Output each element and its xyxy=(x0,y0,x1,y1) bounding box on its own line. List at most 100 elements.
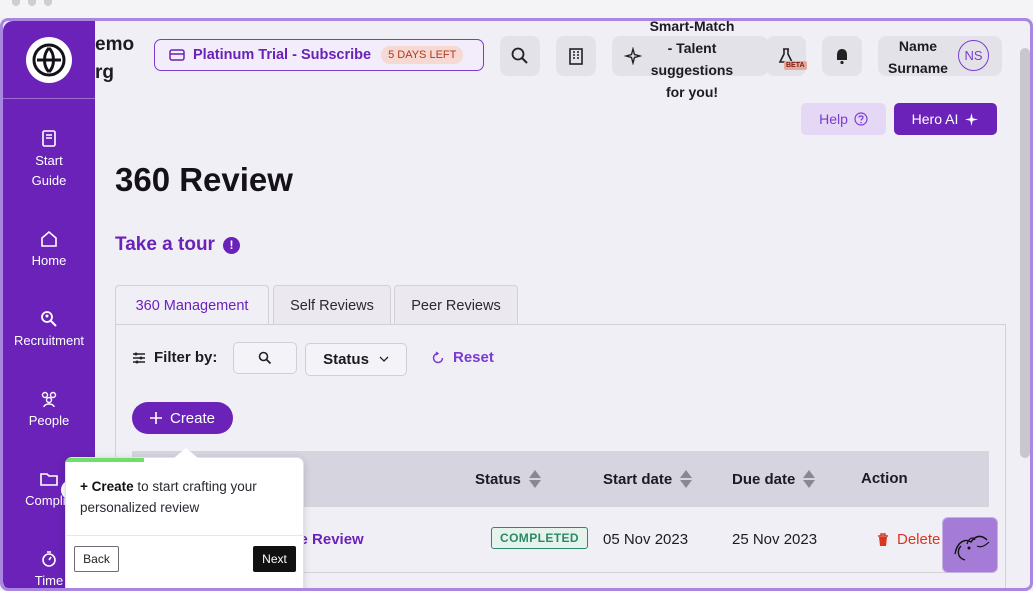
tooltip-arrow xyxy=(174,448,198,458)
tooltip-divider xyxy=(66,535,305,536)
home-icon xyxy=(41,230,57,247)
trial-days-badge: 5 DAYS LEFT xyxy=(381,46,464,64)
window-controls xyxy=(12,0,52,6)
reset-filters-button[interactable]: Reset xyxy=(431,349,494,366)
company-button[interactable] xyxy=(556,36,596,76)
search-person-icon xyxy=(41,311,57,327)
filter-label: Filter by: xyxy=(132,349,217,366)
avatar: NS xyxy=(958,40,989,71)
search-icon xyxy=(258,351,272,365)
chevron-down-icon xyxy=(379,356,389,362)
tooltip-next-button[interactable]: Next xyxy=(253,546,296,572)
sidebar-item-people[interactable]: People xyxy=(3,389,95,431)
window-top-bar xyxy=(0,0,1033,18)
sort-icon xyxy=(803,470,816,488)
org-name-line: rg xyxy=(95,62,114,83)
bell-icon xyxy=(837,49,847,65)
search-button[interactable] xyxy=(500,36,540,76)
chat-assistant-button[interactable] xyxy=(942,517,998,573)
onboarding-tooltip: + Create to start crafting your personal… xyxy=(65,448,305,588)
notifications-button[interactable] xyxy=(822,36,862,76)
trial-subscribe-button[interactable]: Platinum Trial - Subscribe 5 DAYS LEFT xyxy=(154,39,484,71)
column-header-start-date[interactable]: Start date xyxy=(603,470,693,488)
search-icon xyxy=(511,47,528,64)
question-circle-icon xyxy=(854,112,868,126)
credit-card-icon xyxy=(169,49,185,61)
tab-self-reviews[interactable]: Self Reviews xyxy=(273,285,391,325)
column-header-label: Due date xyxy=(732,470,796,488)
sidebar-item-home[interactable]: Home xyxy=(3,229,95,271)
user-menu[interactable]: Name Surname NS xyxy=(878,36,1002,76)
filter-search-input[interactable] xyxy=(233,342,297,374)
help-label: Help xyxy=(819,111,848,127)
app-logo-icon[interactable] xyxy=(26,36,72,83)
tooltip-back-button[interactable]: Back xyxy=(74,546,119,572)
smart-match-line: for you! xyxy=(665,84,719,100)
column-header-label: Start date xyxy=(603,470,673,488)
tour-label: Take a tour xyxy=(115,234,215,255)
beta-badge: BETA xyxy=(784,61,807,70)
smart-match-line: - Talent xyxy=(667,40,717,56)
window-maximize-dot[interactable] xyxy=(44,0,52,6)
due-date: 25 Nov 2023 xyxy=(732,531,818,548)
status-filter-label: Status xyxy=(323,351,369,368)
filter-label-text: Filter by: xyxy=(154,349,218,366)
sparkle-icon xyxy=(965,112,979,126)
hero-ai-button[interactable]: Hero AI xyxy=(894,103,997,135)
mascot-icon xyxy=(954,535,990,561)
status-filter-dropdown[interactable]: Status xyxy=(305,343,407,376)
page-title: 360 Review xyxy=(115,161,293,198)
sidebar-item-recruitment[interactable]: Recruitment xyxy=(3,309,95,351)
column-header-due-date[interactable]: Due date xyxy=(732,470,816,488)
stopwatch-icon xyxy=(42,551,56,567)
tab-peer-reviews[interactable]: Peer Reviews xyxy=(394,285,518,325)
column-header-label: Action xyxy=(861,470,908,487)
tab-360-management[interactable]: 360 Management xyxy=(115,285,269,326)
sidebar-item-label: Guide xyxy=(31,173,67,188)
reset-label: Reset xyxy=(453,349,494,366)
window-minimize-dot[interactable] xyxy=(28,0,36,6)
org-name-line: emo xyxy=(95,34,135,55)
create-label: Create xyxy=(169,409,216,427)
hero-ai-label: Hero AI xyxy=(911,111,959,127)
column-header-status[interactable]: Status xyxy=(475,470,541,488)
delete-button[interactable]: Delete xyxy=(877,531,940,548)
trial-label: Platinum Trial - Subscribe xyxy=(193,47,372,63)
tooltip-text: + Create to start crafting your personal… xyxy=(80,476,290,518)
info-icon: ! xyxy=(222,236,240,254)
help-button[interactable]: Help xyxy=(801,103,886,135)
status-badge: COMPLETED xyxy=(491,527,588,549)
column-header-action: Action xyxy=(861,470,908,487)
tab-label: Self Reviews xyxy=(290,297,374,314)
sidebar-item-label: Home xyxy=(31,253,67,268)
folder-icon xyxy=(40,473,58,486)
user-name-line: Name xyxy=(898,38,938,54)
user-name: Name Surname xyxy=(884,35,952,79)
tab-label: 360 Management xyxy=(135,298,249,314)
sort-icon xyxy=(680,470,693,488)
page-scrollbar[interactable] xyxy=(1020,48,1030,458)
book-icon xyxy=(42,130,56,147)
sidebar-item-start-guide[interactable]: Start Guide xyxy=(3,129,95,191)
people-icon xyxy=(41,391,57,408)
org-name: emo rg xyxy=(95,31,134,87)
smart-match-label: Smart-Match - Talent suggestions for you… xyxy=(642,18,742,103)
create-button[interactable]: Create xyxy=(132,402,233,434)
start-date: 05 Nov 2023 xyxy=(603,531,689,548)
window-close-dot[interactable] xyxy=(12,0,20,6)
column-header-label: Status xyxy=(475,470,521,488)
sidebar-item-label: Time xyxy=(34,573,64,588)
tooltip-bold-text: + Create xyxy=(80,479,134,494)
sparkle-icon xyxy=(624,47,642,65)
delete-label: Delete xyxy=(897,531,941,548)
trash-icon xyxy=(878,532,888,546)
logo-area xyxy=(3,21,95,99)
take-a-tour-link[interactable]: Take a tour ! xyxy=(115,234,240,256)
tooltip-progress-bar xyxy=(66,458,145,462)
sort-icon xyxy=(528,470,541,488)
smart-match-line: Smart-Match xyxy=(649,18,735,34)
sliders-icon xyxy=(133,352,145,363)
plus-icon xyxy=(149,412,162,424)
building-icon xyxy=(569,48,583,65)
beta-lab-button[interactable]: BETA xyxy=(766,36,807,76)
